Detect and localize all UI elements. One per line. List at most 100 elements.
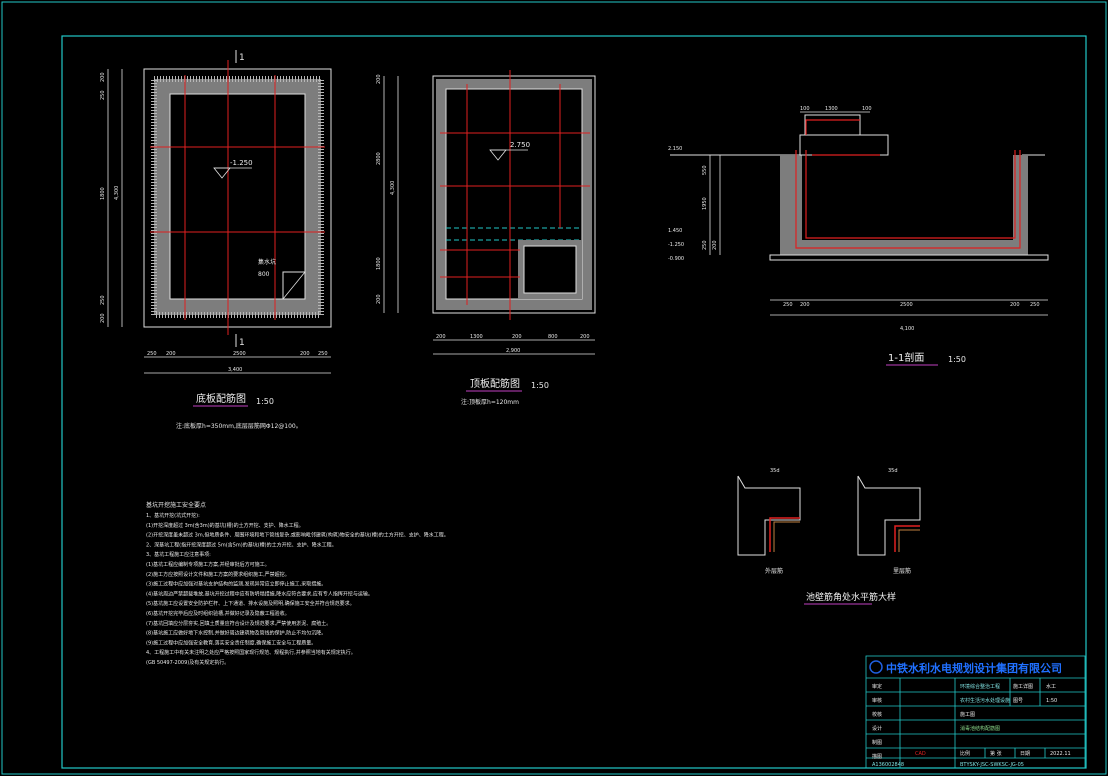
notes-line: (2)施工方应按照设计文件和施工方案的要求组织施工,严禁超挖。 xyxy=(146,571,290,578)
dim-label: 100 xyxy=(862,106,872,112)
tb-scale-label: 比例 xyxy=(960,750,970,757)
tb-row-label: 校核 xyxy=(872,711,882,718)
plan-bottom-total: 3,400 xyxy=(228,367,242,373)
plan-top-total: 2,900 xyxy=(506,348,520,354)
tb-part: 第 张 xyxy=(990,750,1002,757)
plan-bottom-elevation: -1.250 xyxy=(230,159,253,167)
corner-detail: 35d 35d 外层筋 里层筋 池壁筋角处水平筋大样 xyxy=(737,468,921,605)
pit-label: 集水坑 xyxy=(258,258,276,266)
tb-logo-text: CAD xyxy=(915,751,926,757)
dim-label: 200 xyxy=(376,74,382,84)
dim-label: 250 xyxy=(702,240,708,250)
notes-block: 基坑开挖施工安全要点 1、基坑开挖(坑式开挖): (1)开挖深度超过 3m(含3m… xyxy=(146,501,449,666)
dim-label: 200 xyxy=(1010,302,1020,308)
dim-label: 250 xyxy=(100,90,106,100)
pit-size: 800 xyxy=(258,271,270,278)
tb-sheet-label: 图号 xyxy=(1013,698,1023,704)
dim-label: 550 xyxy=(702,165,708,175)
detail-dim-left: 35d xyxy=(770,468,780,474)
tb-row-label: 设计 xyxy=(872,725,882,732)
dim-label: 250 xyxy=(318,351,328,357)
tb-row-label: 制图 xyxy=(872,739,882,746)
tb-scale-value: 1:50 xyxy=(1046,698,1057,704)
dim-label: 100 xyxy=(800,106,810,112)
tb-project: 环境综合整治工程 xyxy=(960,683,1000,690)
notes-line: 4、工程施工中有关未注明之处应严格按照国家现行规范、规程执行,并参照当地有关规定… xyxy=(146,649,356,656)
dim-label: 1300 xyxy=(825,106,838,112)
notes-line: (2)开挖深度虽未超过 3m,但地质条件、周围环境和地下管线复杂,或影响毗邻建筑… xyxy=(146,532,449,539)
dim-label: 4,300 xyxy=(114,186,120,200)
elevation-label: 2.150 xyxy=(668,146,682,152)
company-name: 中铁水利水电规划设计集团有限公司 xyxy=(886,661,1062,675)
dim-label: 200 xyxy=(512,334,522,340)
cad-drawing-canvas: -1.250 集水坑 800 1 1 200 250 1800 250 200 4,300… xyxy=(1,1,1107,775)
notes-line: (9)施工过程中应加强安全教育,落实安全责任制度,确保施工安全与工程质量。 xyxy=(146,639,316,646)
detail-caption: 池壁筋角处水平筋大样 xyxy=(806,591,896,603)
notes-line: (GB 50497-2009)及有关规定执行。 xyxy=(146,659,229,666)
dim-label: 4,300 xyxy=(390,181,396,195)
tb-subproject: 农村生活污水处理设施 xyxy=(960,697,1010,704)
notes-line: (1)基坑工程应编制专项施工方案,并经审批后方可施工。 xyxy=(146,561,270,568)
dim-label: 200 xyxy=(166,351,176,357)
dim-label: 200 xyxy=(376,294,382,304)
notes-title: 基坑开挖施工安全要点 xyxy=(146,501,206,509)
section-scale: 1:50 xyxy=(948,355,966,364)
detail-label-left: 外层筋 xyxy=(765,567,783,575)
dim-label: 1300 xyxy=(470,334,483,340)
elevation-label: -0.900 xyxy=(668,256,684,262)
detail-dim-right: 35d xyxy=(888,468,898,474)
plan-bottom: -1.250 集水坑 800 1 1 200 250 1800 250 200 4,300… xyxy=(100,50,332,430)
tb-row-label: 审核 xyxy=(872,697,882,704)
dim-label: 200 xyxy=(436,334,446,340)
elevation-label: 1.450 xyxy=(668,228,682,234)
tb-stage: 施工详图 xyxy=(1013,683,1033,690)
tb-phase: 施工图 xyxy=(960,711,975,718)
dim-label: 2800 xyxy=(376,152,382,165)
notes-line: (4)基坑周边严禁超载堆放,基坑开挖过程中应有防坍塌措施,降水应符合要求,应有专… xyxy=(146,590,373,597)
dim-label: 200 xyxy=(800,302,810,308)
section-caption: 1-1剖面 xyxy=(888,351,924,364)
tb-date-value: 2022.11 xyxy=(1050,751,1071,757)
notes-line: 3、基坑工程施工应注意事项: xyxy=(146,551,211,558)
plan-bottom-note: 注:底板厚h=350mm,底层层筋网Φ12@100。 xyxy=(176,422,302,430)
notes-line: (5)基坑施工应设置安全防护栏杆、上下通道、排水设施及照明,确保施工安全并符合规… xyxy=(146,600,355,607)
dim-label: 800 xyxy=(548,334,558,340)
tb-date-label: 日期 xyxy=(1020,751,1030,757)
tb-row-label: 描图 xyxy=(872,753,882,760)
dim-label: 2500 xyxy=(900,302,913,308)
dim-label: 2500 xyxy=(233,351,246,357)
dim-label: 1950 xyxy=(702,197,708,210)
plan-bottom-caption: 底板配筋图 xyxy=(196,392,246,405)
dim-label: 250 xyxy=(1030,302,1040,308)
plan-top-caption: 顶板配筋图 xyxy=(470,377,520,390)
notes-line: 1、基坑开挖(坑式开挖): xyxy=(146,512,200,519)
section-total: 4,100 xyxy=(900,326,914,332)
plan-top-elevation: 2.750 xyxy=(510,141,530,149)
notes-line: (3)施工过程中应加强对基坑支护结构的监测,发现异常应立即停止施工,采取措施。 xyxy=(146,581,326,588)
notes-line: (6)基坑开挖完毕后应及时组织验槽,并做好记录及隐蔽工程验收。 xyxy=(146,610,290,617)
plan-top-scale: 1:50 xyxy=(531,381,549,390)
dim-label: 200 xyxy=(580,334,590,340)
notes-line: (1)开挖深度超过 3m(含3m)的基坑(槽)的土方开挖、支护、降水工程。 xyxy=(146,522,304,529)
notes-line: 2、深基坑工程(指开挖深度超过 5m(含5m)的基坑(槽)的土方开挖、支护、降水… xyxy=(146,541,337,548)
tb-row-label: 审定 xyxy=(872,683,882,690)
detail-label-right: 里层筋 xyxy=(893,567,911,575)
tb-discipline: 水工 xyxy=(1046,683,1056,690)
dim-label: 250 xyxy=(100,295,106,305)
dim-label: 200 xyxy=(300,351,310,357)
elevation-label: -1.250 xyxy=(668,242,684,248)
dim-label: 200 xyxy=(712,240,718,250)
notes-line: (7)基坑回填应分层夯实,回填土质量应符合设计及规范要求,严禁使用淤泥、腐殖土。 xyxy=(146,620,331,627)
tb-sheet-no: BTYSKY-JSC-SWKSC-JG-05 xyxy=(960,762,1024,768)
company-logo-icon xyxy=(869,660,883,674)
dim-label: 1800 xyxy=(100,187,106,200)
dim-label: 250 xyxy=(147,351,157,357)
plan-bottom-scale: 1:50 xyxy=(256,397,274,406)
notes-line: (8)基坑施工应做好地下水控制,并做好周边建筑物及管线的保护,防止不均匀沉降。 xyxy=(146,630,326,637)
section-mark-bottom: 1 xyxy=(239,338,245,348)
tb-cert-no: A136002848 xyxy=(872,762,904,768)
tb-drawing-title: 消毒池结构配筋图 xyxy=(960,725,1000,732)
plan-top: 2.750 200 2800 1800 200 4,300 200 1300 200 800 2… xyxy=(376,70,596,406)
dim-label: 200 xyxy=(100,72,106,82)
section-1-1: 2.150 1.450 -1.250 -0.900 100 1300 100 250 200… xyxy=(668,106,1049,366)
